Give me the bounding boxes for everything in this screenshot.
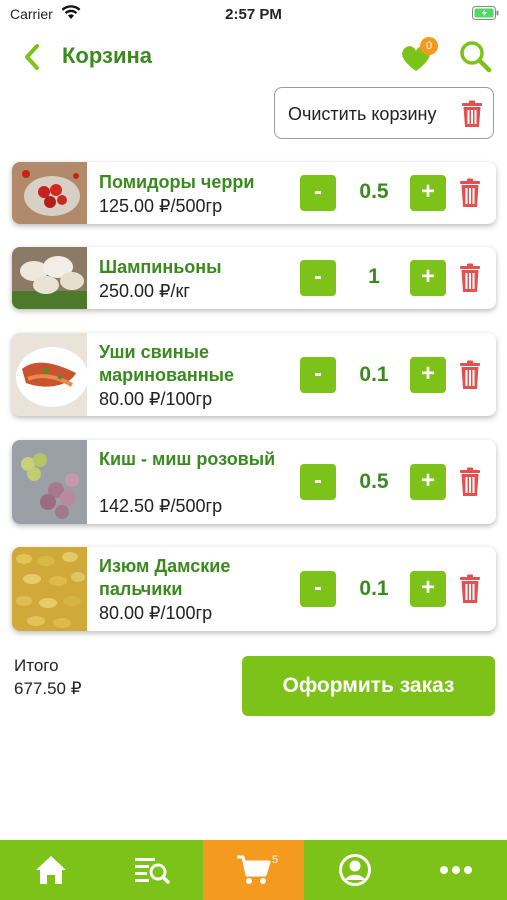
increase-quantity-button[interactable]: + [410,464,446,500]
profile-icon [338,854,371,886]
product-name: Помидоры черри [99,172,255,192]
tab-bar: 5 [0,840,507,900]
tab-cart[interactable]: 5 [203,840,304,900]
status-bar: Carrier 2:57 PM [0,0,507,28]
delete-item-trash-icon[interactable] [458,467,482,497]
checkout-button[interactable]: Оформить заказ [242,656,495,716]
tab-home[interactable] [0,840,101,900]
product-price: 250.00 ₽/кг [99,281,190,301]
product-thumbnail [12,162,87,224]
decrease-quantity-button[interactable]: - [300,571,336,607]
clear-cart-label: Очистить корзину [288,104,437,124]
cart-count-badge: 5 [272,854,279,866]
decrease-quantity-button[interactable]: - [300,357,336,393]
trash-icon [462,100,482,127]
product-name: Изюм Дамские пальчики [99,556,231,599]
quantity-value: 0.5 [359,470,389,493]
increase-quantity-button[interactable]: + [410,571,446,607]
search-icon[interactable] [458,39,494,75]
product-price: 80.00 ₽/100гр [99,389,213,409]
cart-icon [236,855,270,884]
quantity-value: 0.1 [359,363,389,386]
quantity-value: 0.5 [359,180,389,203]
product-price: 80.00 ₽/100гр [99,603,213,623]
decrease-quantity-button[interactable]: - [300,175,336,211]
product-thumbnail [12,333,87,416]
product-thumbnail [12,247,87,309]
product-name: Шампиньоны [99,257,222,277]
more-dots-icon [439,866,472,874]
home-icon [35,856,66,884]
favorites-count-badge: 0 [420,37,438,55]
cart-item: Киш - миш розовый 142.50 ₽/500гр - 0.5 + [12,440,496,524]
delete-item-trash-icon[interactable] [458,263,482,293]
increase-quantity-button[interactable]: + [410,357,446,393]
cart-item: Шампиньоны 250.00 ₽/кг - 1 + [12,247,496,309]
page-title: Корзина [62,43,152,68]
product-name: Киш - миш розовый [99,449,276,469]
clear-cart-button[interactable]: Очистить корзину [274,87,494,139]
quantity-value: 1 [368,265,380,288]
product-thumbnail [12,547,87,631]
back-chevron-icon[interactable] [20,42,46,72]
navigation-header: Корзина 0 [0,30,507,86]
delete-item-trash-icon[interactable] [458,178,482,208]
quantity-value: 0.1 [359,577,389,600]
cart-item: Изюм Дамские пальчики 80.00 ₽/100гр - 0.… [12,547,496,631]
total-label: Итого [14,656,59,675]
battery-icon [472,6,499,20]
increase-quantity-button[interactable]: + [410,175,446,211]
delete-item-trash-icon[interactable] [458,574,482,604]
tab-catalog[interactable] [101,840,202,900]
cart-item: Уши свиные маринованные 80.00 ₽/100гр - … [12,333,496,416]
decrease-quantity-button[interactable]: - [300,260,336,296]
increase-quantity-button[interactable]: + [410,260,446,296]
delete-item-trash-icon[interactable] [458,360,482,390]
clock: 2:57 PM [225,6,282,23]
product-price: 125.00 ₽/500гр [99,196,223,216]
tab-more[interactable] [405,840,506,900]
total-value: 677.50 ₽ [14,679,82,698]
cart-item: Помидоры черри 125.00 ₽/500гр - 0.5 + [12,162,496,224]
catalog-search-icon [134,858,170,884]
tab-profile[interactable] [304,840,405,900]
product-price: 142.50 ₽/500гр [99,496,223,516]
product-thumbnail [12,440,87,524]
product-name: Уши свиные маринованные [99,342,234,385]
decrease-quantity-button[interactable]: - [300,464,336,500]
